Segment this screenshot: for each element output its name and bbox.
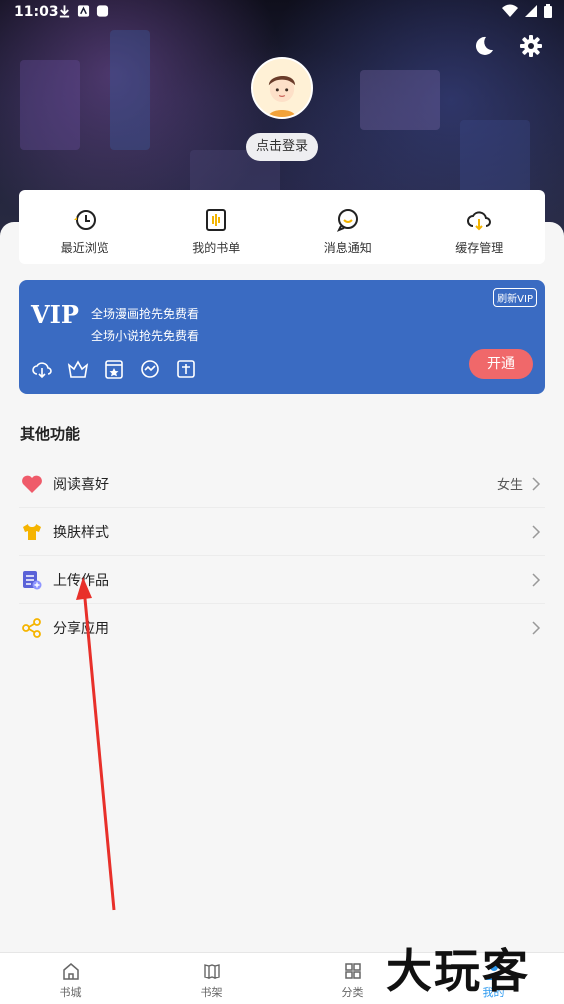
vip-refresh-button[interactable]: 刷新VIP [493,288,537,307]
list-item-label: 上传作品 [53,572,109,589]
list-item-skin[interactable]: 换肤样式 [19,508,545,556]
upload-doc-icon [23,570,42,589]
book-tag-icon [175,358,197,380]
calendar-star-icon [103,358,125,380]
quick-actions-card: 最近浏览 我的书单 消息通知 缓存管理 [19,190,545,264]
nav-label: 书架 [200,986,223,999]
history-icon [73,210,96,230]
grid-icon [344,963,361,979]
night-mode-icon[interactable] [472,34,496,58]
booklist-icon [206,209,227,231]
download-status-icon [58,4,71,18]
other-functions-list: 阅读喜好 女生 换肤样式 上传作品 分享应用 [19,460,545,652]
quick-action-label: 最近浏览 [60,241,109,255]
nav-label: 书城 [59,986,82,999]
battery-icon [544,4,552,18]
quick-action-label: 缓存管理 [455,241,504,255]
app-status-icon [77,4,90,18]
nav-item-bookstore[interactable]: 书城 [0,953,141,1004]
list-item-share[interactable]: 分享应用 [19,604,545,652]
share-icon [22,618,41,638]
vip-title: VIP [31,300,79,329]
user-avatar[interactable] [251,57,313,119]
home-icon [62,963,79,980]
list-item-value: 女生 [496,478,523,493]
signal-icon [525,5,537,17]
status-notification-icons [58,4,109,18]
vip-benefit-novels: 全场小说抢先免费看 [91,329,200,343]
cloud-download-icon [31,358,53,380]
status-system-icons [502,4,552,18]
chevron-right-icon [532,573,541,587]
chevron-right-icon [532,477,541,491]
chevron-right-icon [532,621,541,635]
watermark-logo: 大玩客 [386,944,530,998]
list-item-reading-preference[interactable]: 阅读喜好 女生 [19,460,545,508]
vip-perk-icons [31,358,197,380]
vip-open-button[interactable]: 开通 [469,349,533,379]
status-bar: 11:03 [0,0,564,26]
crown-icon [67,358,89,380]
status-time: 11:03 [14,4,59,20]
message-icon [336,209,358,232]
other-functions-title: 其他功能 [20,425,81,443]
square-status-icon [96,4,109,18]
quick-action-recent[interactable]: 最近浏览 [19,190,151,264]
list-item-upload[interactable]: 上传作品 [19,556,545,604]
vip-card[interactable]: VIP 全场漫画抢先免费看 全场小说抢先免费看 刷新VIP 开通 [19,280,545,394]
settings-gear-icon[interactable] [519,34,543,58]
login-button[interactable]: 点击登录 [246,133,318,161]
bookshelf-icon [203,964,220,979]
quick-action-label: 我的书单 [192,241,241,255]
cloud-download-icon [467,211,492,231]
chat-icon [139,358,161,380]
list-item-label: 换肤样式 [53,524,109,541]
chevron-right-icon [532,525,541,539]
quick-action-cache[interactable]: 缓存管理 [414,190,546,264]
tshirt-icon [23,523,41,540]
nav-label: 分类 [341,986,364,999]
vip-benefit-comics: 全场漫画抢先免费看 [91,307,200,321]
quick-action-messages[interactable]: 消息通知 [282,190,414,264]
wifi-icon [502,4,518,17]
list-item-label: 阅读喜好 [53,476,109,493]
heart-icon [22,475,42,493]
quick-action-booklist[interactable]: 我的书单 [151,190,283,264]
list-item-label: 分享应用 [53,621,109,637]
nav-item-bookshelf[interactable]: 书架 [141,953,282,1004]
quick-action-label: 消息通知 [323,241,372,255]
